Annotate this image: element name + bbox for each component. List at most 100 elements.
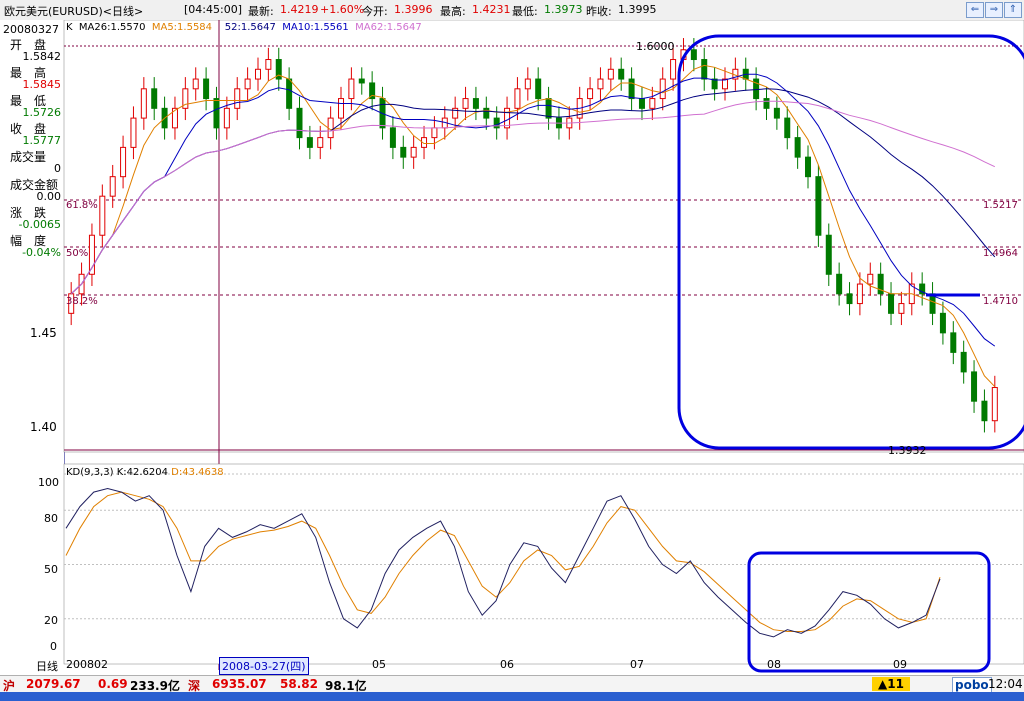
candle: [389, 127, 396, 148]
kd-title: KD(9,3,3): [66, 467, 114, 478]
fib-50-label: 50%: [66, 248, 89, 259]
candle: [244, 78, 251, 90]
fib-382-label: 38.2%: [66, 296, 98, 307]
candle: [306, 137, 313, 148]
alert-badge[interactable]: ▲11: [872, 677, 910, 691]
candle: [825, 234, 832, 275]
kd-d-value: D:43.4638: [171, 467, 224, 478]
candle: [535, 78, 542, 100]
sz-change: 58.82: [280, 677, 318, 691]
kd-axis-50: 50: [44, 563, 58, 576]
candle: [618, 68, 625, 80]
candle: [120, 146, 127, 178]
sh-index: 2079.67: [26, 677, 81, 691]
candle: [286, 78, 293, 109]
candle: [721, 78, 728, 90]
candle: [514, 88, 521, 109]
x-month-05: 05: [372, 658, 386, 671]
candle: [597, 78, 604, 90]
candle: [348, 78, 355, 100]
candle: [701, 59, 708, 80]
candle: [151, 88, 158, 109]
candle: [130, 117, 137, 148]
candle: [981, 400, 988, 422]
x-month-08: 08: [767, 658, 781, 671]
up-button[interactable]: ⇑: [1004, 2, 1022, 18]
candle: [898, 303, 905, 314]
kd-k-value: K:42.6204: [116, 467, 168, 478]
k-label: K: [66, 22, 73, 33]
candle: [867, 273, 874, 285]
candle: [836, 273, 843, 295]
kd-legend: KD(9,3,3) K:42.6204 D:43.4638: [66, 467, 224, 478]
latest-value: 1.4219: [280, 3, 319, 16]
price-legend: K MA26:1.5570 MA5:1.5584 52:1.5647 MA10:…: [66, 22, 422, 33]
candle: [991, 387, 998, 422]
latest-label: 最新:: [248, 5, 274, 18]
candle: [888, 293, 895, 314]
candle: [431, 127, 438, 139]
open-label: 今开:: [362, 5, 388, 18]
ma52-label: 52:1.5647: [224, 22, 276, 33]
candle: [971, 371, 978, 402]
candle: [472, 98, 479, 109]
prev-button[interactable]: ⇐: [966, 2, 984, 18]
x-month-07: 07: [630, 658, 644, 671]
candle: [587, 88, 594, 100]
x-month-09: 09: [893, 658, 907, 671]
open-value: 1.3996: [394, 3, 433, 16]
kd-axis-0: 0: [50, 640, 57, 653]
next-button[interactable]: ⇒: [985, 2, 1003, 18]
market-status-bar: 沪 2079.67 0.69 233.9亿 深 6935.07 58.82 98…: [0, 675, 1024, 693]
fib-618-value: 1.5217: [983, 200, 1018, 211]
os-taskbar: [0, 692, 1024, 701]
brand-logo: pobo: [952, 677, 992, 693]
clock: 12:04: [988, 677, 1023, 691]
candle: [805, 156, 812, 178]
range-low-marker: 1.3932: [888, 444, 927, 457]
candle: [794, 137, 801, 158]
candle: [462, 98, 469, 109]
prev-close-value: 1.3995: [618, 3, 657, 16]
candle: [607, 68, 614, 80]
ma26-label: MA26:1.5570: [78, 22, 146, 33]
kd-axis-20: 20: [44, 614, 58, 627]
candle: [628, 78, 635, 100]
fib-382-value: 1.4710: [983, 296, 1018, 307]
cursor-date: 2008-03-27(四): [219, 657, 309, 675]
candle: [960, 351, 967, 373]
price-axis-145: 1.45: [30, 326, 57, 340]
ma10-label: MA10:1.5561: [282, 22, 349, 33]
candle: [784, 117, 791, 139]
candle: [763, 98, 770, 109]
candle: [846, 293, 853, 305]
candle: [317, 137, 324, 148]
chart-area[interactable]: [0, 20, 1024, 675]
change-percent: +1.60%: [320, 3, 365, 16]
period-label: 日线: [36, 660, 58, 673]
candle: [338, 98, 345, 119]
fib-50-value: 1.4964: [983, 248, 1018, 259]
ma5-label: MA5:1.5584: [151, 22, 213, 33]
candle: [524, 78, 531, 90]
candle: [773, 107, 780, 119]
candle: [192, 78, 199, 90]
title-bar: 欧元美元(EURUSD)<日线> [04:45:00] 最新: 1.4219 +…: [0, 0, 1024, 21]
candle: [109, 176, 116, 197]
low-value: 1.3973: [544, 3, 583, 16]
kd-axis-80: 80: [44, 512, 58, 525]
candle: [659, 78, 666, 100]
candle: [358, 78, 365, 84]
x-start-label: 200802: [66, 658, 108, 671]
candle: [265, 59, 272, 70]
candle: [99, 195, 106, 236]
candle: [815, 176, 822, 236]
candle: [649, 98, 656, 109]
candle: [203, 78, 210, 100]
candle: [254, 68, 261, 80]
candle: [223, 107, 230, 129]
candle: [690, 49, 697, 61]
ma62-label: MA62:1.5647: [355, 22, 422, 33]
fib-618-label: 61.8%: [66, 200, 98, 211]
candle: [950, 332, 957, 353]
